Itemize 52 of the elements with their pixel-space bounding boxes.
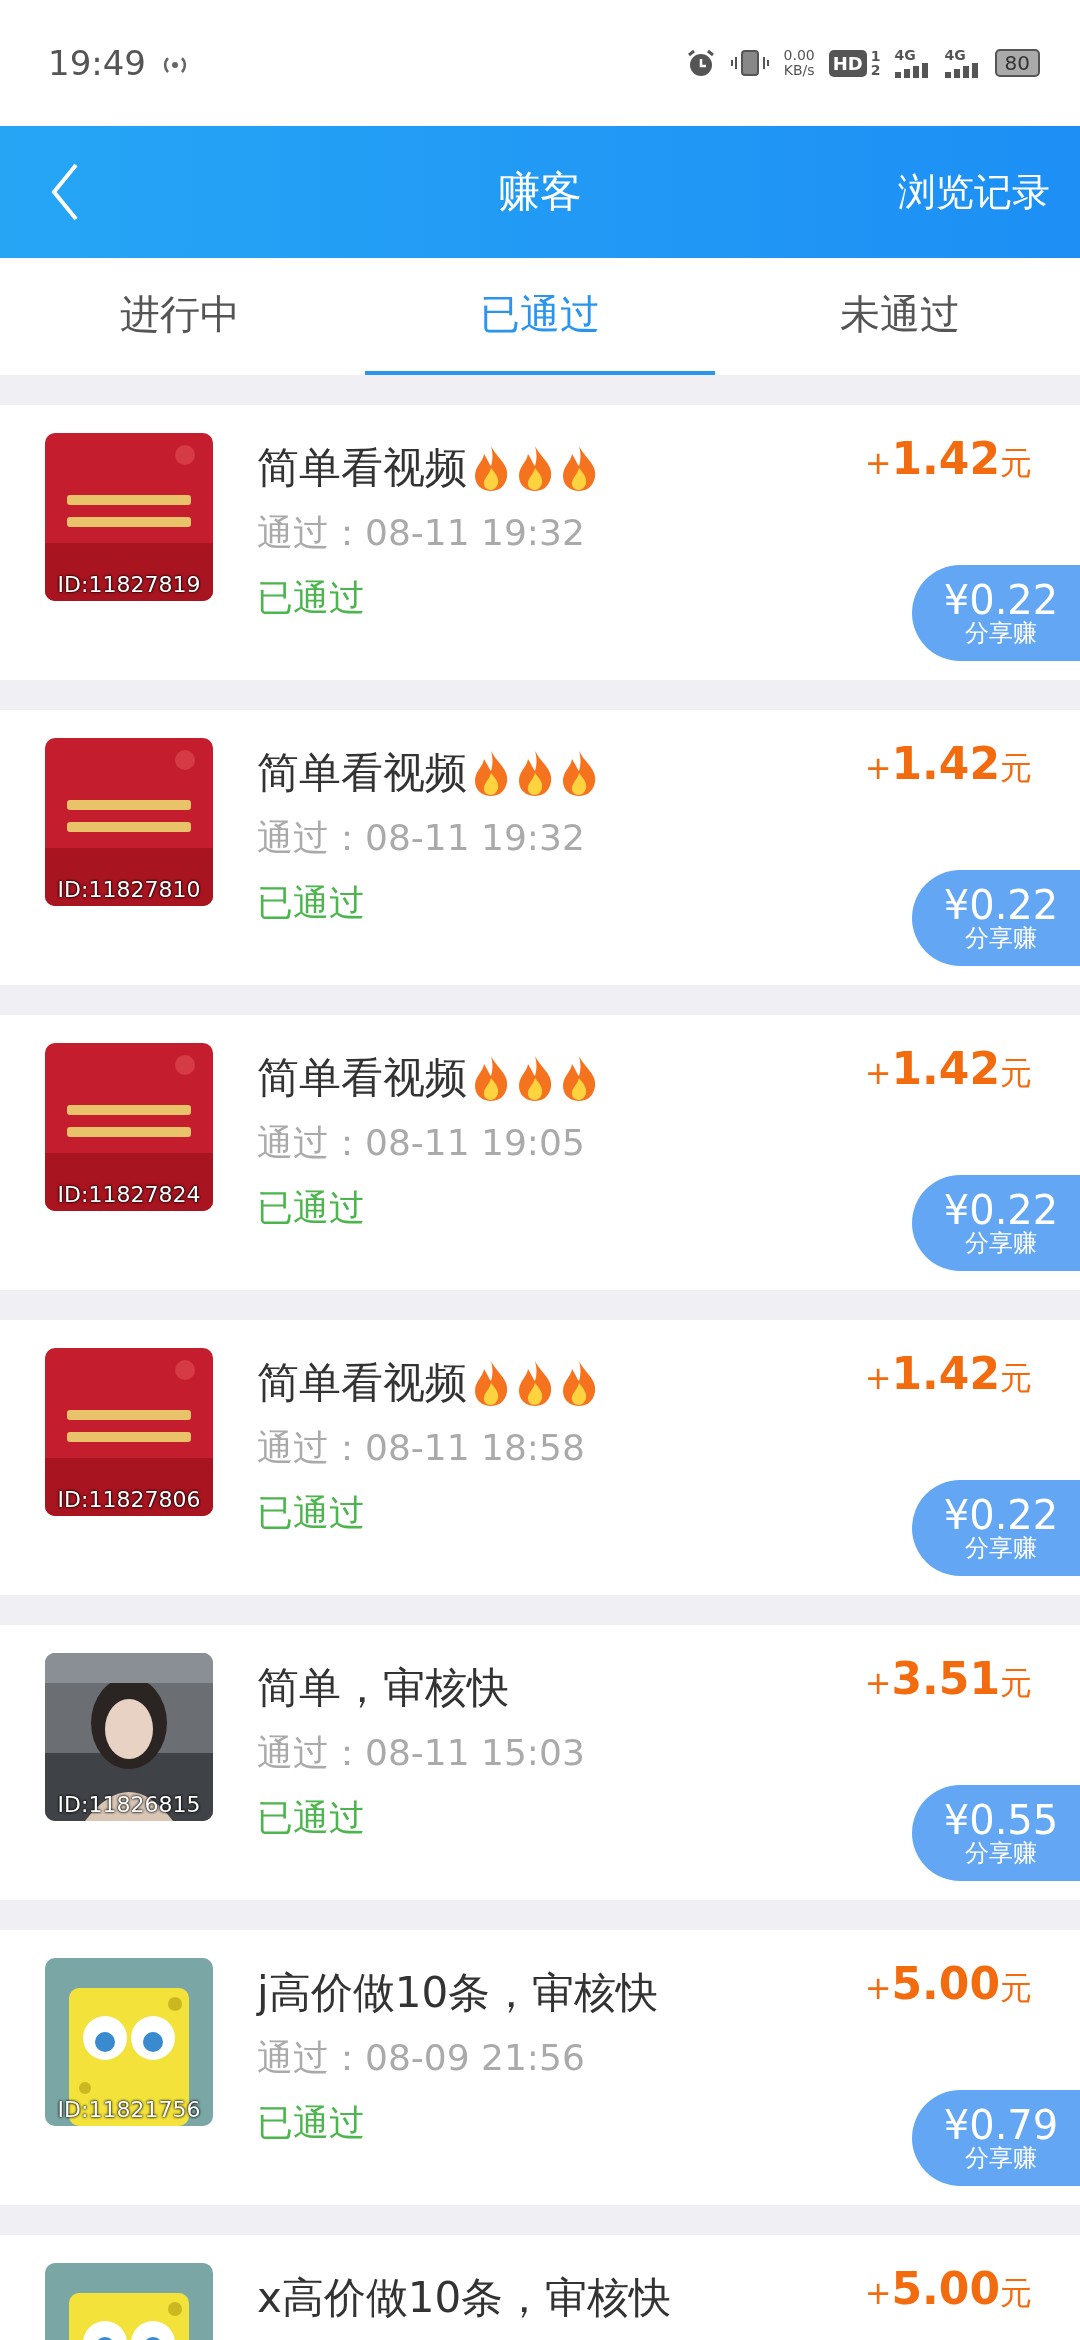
reward-amount: +3.51元 [864,1653,1032,1706]
task-card[interactable]: ID:11827810 简单看视频 通过：08-11 19:32 已通过 +1.42元 ¥0.22 分享赚 [0,710,1080,985]
task-title: 简单，审核快 [257,1662,509,1714]
task-id: ID:11827819 [56,572,202,597]
status-label: 已通过 [257,1491,365,1535]
network-label: 4G [944,48,966,62]
task-card[interactable]: x高价做10条，审核快 +5.00元 [0,2235,1080,2340]
status-label: 已通过 [257,1186,365,1230]
task-card[interactable]: ID:11827824 简单看视频 通过：08-11 19:05 已通过 +1.42元 ¥0.22 分享赚 [0,1015,1080,1290]
signal-icon [944,62,981,78]
task-title: j高价做10条，审核快 [257,1967,659,2019]
pass-time: 通过：08-11 18:58 [257,1426,585,1470]
reward-amount: +1.42元 [864,1348,1032,1401]
task-id: ID:11827806 [56,1487,202,1512]
speed-value: 0.00 [783,47,815,63]
sim-label: 1 [870,49,881,63]
pass-time: 通过：08-11 19:32 [257,816,585,860]
page-title: 赚客 [498,166,582,218]
task-title: 简单看视频 [257,1357,467,1409]
task-title: x高价做10条，审核快 [257,2272,672,2324]
vibrate-icon [729,48,770,78]
pass-time: 通过：08-11 19:05 [257,1121,585,1165]
pass-time: 通过：08-11 19:32 [257,511,585,555]
task-id: ID:11827810 [56,877,202,902]
reward-amount: +5.00元 [864,2263,1032,2316]
task-title: 简单看视频 [257,442,467,494]
reward-amount: +5.00元 [864,1958,1032,2011]
task-card[interactable]: ID:11827819 简单看视频 通过：08-11 19:32 已通过 +1.42元 ¥0.22 分享赚 [0,405,1080,680]
reward-amount: +1.42元 [864,433,1032,486]
task-title: 简单看视频 [257,1052,467,1104]
status-label: 已通过 [257,1796,365,1840]
tab[interactable]: 进行中 [5,258,355,375]
alarm-icon [685,48,716,78]
task-title: 简单看视频 [257,747,467,799]
status-label: 已通过 [257,576,365,620]
hd-badge: HD [828,49,867,77]
status-time: 19:49 [48,43,146,83]
status-label: 已通过 [257,881,365,925]
task-id: ID:11827824 [56,1182,202,1207]
battery-indicator: 80 [994,49,1040,77]
network-label: 4G [894,48,916,62]
task-card[interactable]: ID:11827806 简单看视频 通过：08-11 18:58 已通过 +1.42元 ¥0.22 分享赚 [0,1320,1080,1595]
speed-unit: KB/s [783,63,815,79]
pass-time: 通过：08-11 15:03 [257,1731,585,1775]
back-icon[interactable] [50,162,80,222]
signal-icon [894,62,931,78]
reward-amount: +1.42元 [864,738,1032,791]
pass-time: 通过：08-09 21:56 [257,2036,585,2080]
status-label: 已通过 [257,2101,365,2145]
sim-label: 2 [870,63,881,77]
tab[interactable]: 未通过 [725,258,1075,375]
reward-amount: +1.42元 [864,1043,1032,1096]
